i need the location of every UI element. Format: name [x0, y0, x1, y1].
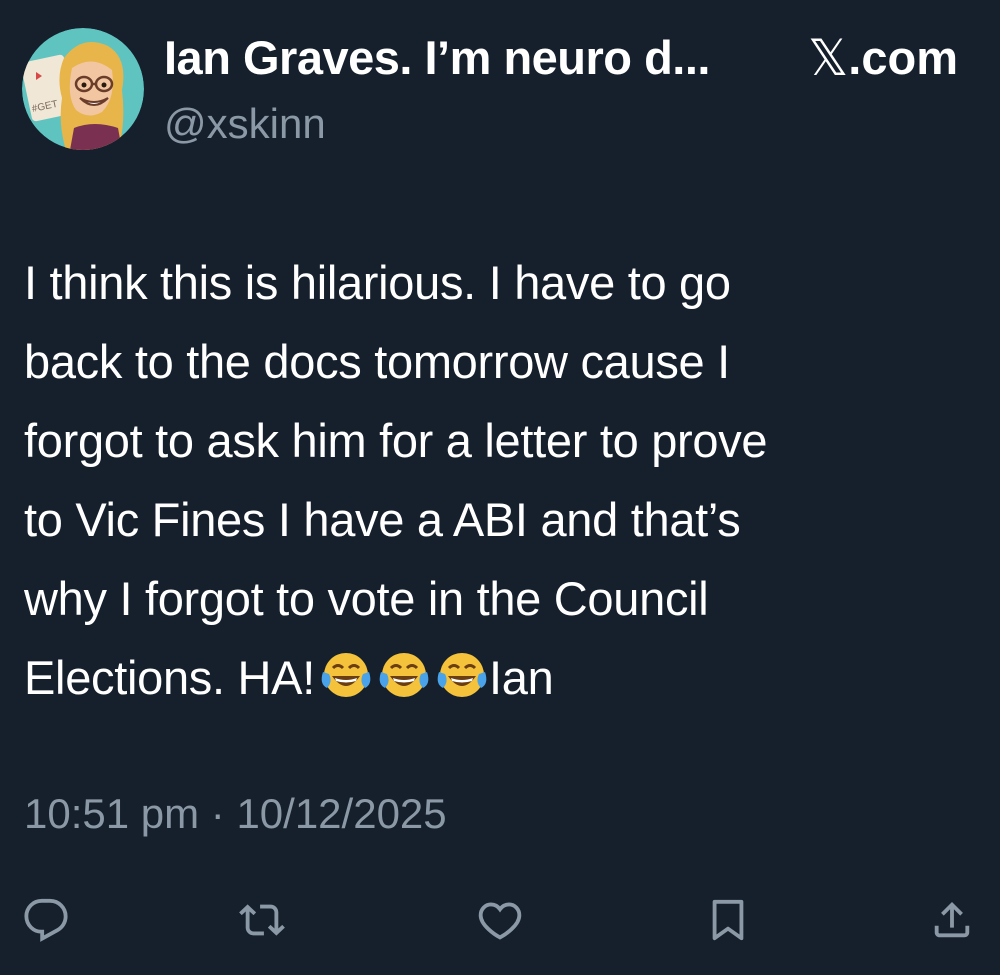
tweet-line-last-text: Elections. HA!: [24, 651, 315, 704]
tears-of-joy-emoji-icon: [321, 653, 371, 697]
avatar-image: #GET: [22, 28, 144, 150]
tweet-line: to Vic Fines I have a ABI and that’s: [24, 493, 741, 546]
reply-button[interactable]: [16, 890, 76, 950]
tears-of-joy-emoji-icon: [379, 653, 429, 697]
tweet-signoff: Ian: [488, 651, 554, 704]
share-icon: [934, 901, 970, 938]
tweet-line-last: Elections. HA! Ian: [24, 638, 974, 717]
bookmark-button[interactable]: [698, 890, 758, 950]
brand-logo[interactable]: 𝕏 .com: [808, 30, 958, 86]
like-button[interactable]: [470, 890, 530, 950]
share-button[interactable]: [922, 890, 982, 950]
tweet-text: I think this is hilarious. I have to go …: [24, 243, 974, 717]
bookmark-icon: [712, 899, 744, 941]
heart-icon: [478, 902, 522, 940]
user-handle[interactable]: @xskinn: [164, 98, 326, 150]
retweet-button[interactable]: [232, 890, 292, 950]
action-bar: [0, 890, 1000, 950]
display-name[interactable]: Ian Graves. I’m neuro d...: [164, 30, 710, 86]
retweet-icon: [239, 904, 285, 936]
tweet-card: #GET Ian Graves. I’m neuro d... 𝕏 .com @x…: [0, 0, 1000, 975]
x-logo-icon: 𝕏: [808, 29, 849, 87]
tweet-line: back to the docs tomorrow cause I: [24, 335, 730, 388]
tweet-timestamp[interactable]: 10:51 pm · 10/12/2025: [24, 786, 447, 842]
brand-text: .com: [848, 31, 958, 84]
reply-icon: [24, 898, 68, 942]
avatar[interactable]: #GET: [22, 28, 144, 150]
tweet-line: why I forgot to vote in the Council: [24, 572, 709, 625]
tweet-line: forgot to ask him for a letter to prove: [24, 414, 768, 467]
tweet-line: I think this is hilarious. I have to go: [24, 256, 731, 309]
tears-of-joy-emoji-icon: [437, 653, 487, 697]
